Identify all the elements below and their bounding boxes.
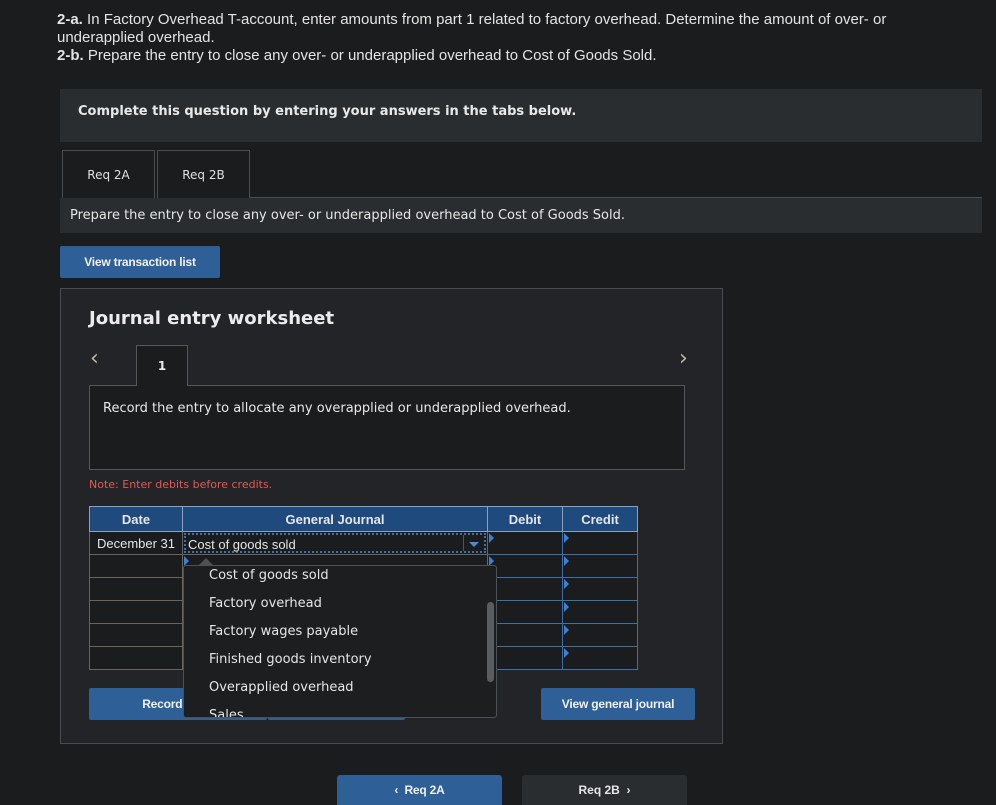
view-transaction-list-button[interactable]: View transaction list <box>60 246 220 278</box>
debit-input[interactable] <box>487 600 563 624</box>
credit-input[interactable] <box>562 600 638 624</box>
view-general-journal-button[interactable]: View general journal <box>541 688 695 720</box>
column-header-date: Date <box>89 506 183 532</box>
tab-req-2a[interactable]: Req 2A <box>62 150 155 198</box>
date-cell[interactable]: December 31 <box>89 531 183 555</box>
instructions-banner: Complete this question by entering your … <box>60 89 982 142</box>
dropdown-option[interactable]: Factory wages payable <box>209 624 358 639</box>
next-req-label: Req 2B <box>578 783 620 797</box>
tab-instruction: Prepare the entry to close any over- or … <box>60 198 982 233</box>
question-intro: 2-a. In Factory Overhead T-account, ente… <box>57 11 957 65</box>
account-select-value: Cost of goods sold <box>188 537 296 552</box>
chevron-right-icon[interactable]: › <box>679 346 688 371</box>
column-header-credit: Credit <box>562 506 638 532</box>
credit-input[interactable] <box>562 623 638 647</box>
column-header-general-journal: General Journal <box>182 506 488 532</box>
chevron-left-icon[interactable]: ‹ <box>90 346 99 371</box>
instruction-text: Prepare the entry to close any over- or … <box>70 208 626 223</box>
debit-credit-note: Note: Enter debits before credits. <box>89 478 273 491</box>
prev-req-button[interactable]: ‹ Req 2A <box>337 775 502 805</box>
tab-req-2b[interactable]: Req 2B <box>157 150 250 199</box>
date-cell[interactable] <box>89 600 183 624</box>
entry-description: Record the entry to allocate any overapp… <box>103 401 571 416</box>
entry-description-box: Record the entry to allocate any overapp… <box>89 385 685 470</box>
date-cell[interactable] <box>89 646 183 670</box>
next-req-button[interactable]: Req 2B › <box>522 775 687 805</box>
debit-input[interactable] <box>487 577 563 601</box>
debit-input[interactable] <box>487 623 563 647</box>
dropdown-option[interactable]: Overapplied overhead <box>209 680 354 695</box>
part-b-text: Prepare the entry to close any over- or … <box>83 47 657 64</box>
date-cell[interactable] <box>89 577 183 601</box>
date-cell[interactable] <box>89 554 183 578</box>
chevron-right-icon: › <box>619 783 631 797</box>
debit-input[interactable] <box>487 531 563 555</box>
credit-input[interactable] <box>562 531 638 555</box>
account-dropdown-list[interactable]: Cost of goods sold Factory overhead Fact… <box>183 565 497 718</box>
debit-input[interactable] <box>487 554 563 578</box>
part-a-text: In Factory Overhead T-account, enter amo… <box>57 11 887 46</box>
table-row: December 31 Cost of goods sold <box>89 531 638 555</box>
prev-req-label: Req 2A <box>404 783 445 797</box>
account-select[interactable]: Cost of goods sold <box>182 531 488 555</box>
dropdown-option[interactable]: Sales <box>209 708 244 717</box>
credit-input[interactable] <box>562 646 638 670</box>
credit-input[interactable] <box>562 554 638 578</box>
dropdown-scrollbar[interactable] <box>487 602 494 682</box>
banner-text: Complete this question by entering your … <box>78 104 577 119</box>
dropdown-option[interactable]: Finished goods inventory <box>209 652 372 667</box>
chevron-left-icon: ‹ <box>394 783 405 797</box>
dropdown-arrow-icon[interactable] <box>463 535 484 551</box>
dropdown-option[interactable]: Factory overhead <box>209 596 322 611</box>
entry-tab-1[interactable]: 1 <box>136 345 188 386</box>
part-b-label: 2-b. <box>57 47 84 64</box>
account-select-box[interactable]: Cost of goods sold <box>184 533 486 553</box>
dropdown-option[interactable]: Cost of goods sold <box>209 568 329 583</box>
debit-input[interactable] <box>487 646 563 670</box>
date-cell[interactable] <box>89 623 183 647</box>
credit-input[interactable] <box>562 577 638 601</box>
column-header-debit: Debit <box>487 506 563 532</box>
worksheet-title: Journal entry worksheet <box>89 308 335 329</box>
part-a-label: 2-a. <box>57 11 83 28</box>
dropdown-caret <box>198 558 214 566</box>
